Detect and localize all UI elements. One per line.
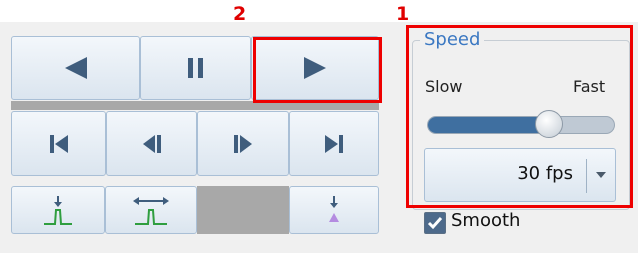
single-peak-marker-icon bbox=[44, 196, 72, 225]
step-forward-icon bbox=[234, 134, 252, 153]
smooth-label: Smooth bbox=[451, 210, 521, 231]
triangle-marker-button[interactable] bbox=[289, 186, 379, 234]
step-backward-button[interactable] bbox=[106, 111, 197, 176]
skip-to-end-icon bbox=[325, 134, 343, 153]
range-peak-marker-button[interactable] bbox=[105, 186, 197, 234]
step-forward-button[interactable] bbox=[197, 111, 289, 176]
highlight-box-2 bbox=[253, 37, 382, 103]
pause-button[interactable] bbox=[140, 36, 251, 100]
empty-slot bbox=[197, 186, 289, 234]
annotation-label-2: 2 bbox=[233, 3, 247, 25]
pause-icon bbox=[187, 58, 203, 78]
triangle-marker-icon bbox=[329, 196, 339, 222]
single-peak-marker-button[interactable] bbox=[11, 186, 105, 234]
annotation-label-1: 1 bbox=[396, 3, 410, 25]
step-backward-icon bbox=[142, 134, 161, 153]
smooth-checkbox[interactable] bbox=[424, 212, 446, 234]
play-backward-icon bbox=[64, 57, 87, 79]
checkmark-icon bbox=[427, 217, 443, 230]
highlight-box-1 bbox=[406, 25, 633, 208]
skip-to-start-icon bbox=[49, 134, 68, 153]
skip-to-end-button[interactable] bbox=[289, 111, 379, 176]
range-peak-marker-icon bbox=[133, 197, 169, 225]
skip-to-start-button[interactable] bbox=[11, 111, 106, 176]
play-backward-button[interactable] bbox=[11, 36, 140, 100]
